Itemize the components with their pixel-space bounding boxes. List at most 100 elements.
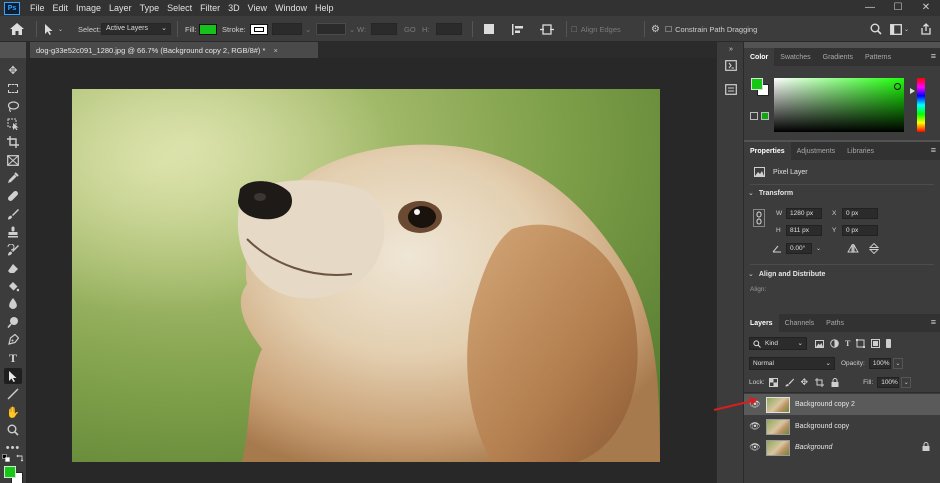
tab-patterns[interactable]: Patterns bbox=[859, 48, 897, 66]
document-image[interactable] bbox=[72, 89, 660, 462]
brush-tool[interactable] bbox=[4, 206, 22, 222]
menu-image[interactable]: Image bbox=[72, 3, 105, 13]
menu-window[interactable]: Window bbox=[271, 3, 311, 13]
frame-tool[interactable] bbox=[4, 152, 22, 168]
healing-brush-tool[interactable] bbox=[4, 188, 22, 204]
x-input[interactable]: 0 px bbox=[842, 208, 878, 219]
object-selection-tool[interactable] bbox=[4, 116, 22, 132]
panel-menu-icon[interactable]: ≡ bbox=[931, 317, 936, 327]
tab-libraries[interactable]: Libraries bbox=[841, 142, 880, 160]
saturation-brightness-picker[interactable] bbox=[774, 78, 904, 132]
chevron-down-icon[interactable]: ⌄ bbox=[748, 189, 754, 197]
foreground-color-swatch[interactable] bbox=[4, 466, 16, 478]
stroke-width-input[interactable] bbox=[272, 23, 302, 35]
fill-color-swatch[interactable] bbox=[199, 23, 217, 35]
menu-layer[interactable]: Layer bbox=[105, 3, 136, 13]
clone-stamp-tool[interactable] bbox=[4, 224, 22, 240]
minimize-button[interactable]: — bbox=[856, 0, 884, 16]
menu-help[interactable]: Help bbox=[311, 3, 338, 13]
hue-slider-handle[interactable] bbox=[910, 88, 915, 94]
layer-row-background-copy[interactable]: 👁 Background copy bbox=[744, 416, 940, 437]
fill-input[interactable]: 100% bbox=[877, 377, 900, 388]
blend-mode-dropdown[interactable]: Normal ⌄ bbox=[749, 357, 835, 370]
layer-row-background-copy-2[interactable]: 👁 Background copy 2 bbox=[744, 394, 940, 415]
workspace-icon[interactable] bbox=[890, 23, 902, 35]
height-input[interactable] bbox=[436, 23, 462, 35]
menu-type[interactable]: Type bbox=[136, 3, 164, 13]
filter-shape-icon[interactable] bbox=[856, 339, 866, 348]
home-button[interactable] bbox=[10, 16, 24, 42]
out-of-gamut-warning-icon[interactable] bbox=[750, 112, 758, 120]
crop-tool[interactable] bbox=[4, 134, 22, 150]
close-window-button[interactable]: ✕ bbox=[912, 0, 940, 16]
tab-channels[interactable]: Channels bbox=[779, 314, 821, 332]
width-input[interactable]: 1280 px bbox=[786, 208, 822, 219]
properties-panel-button[interactable] bbox=[723, 84, 739, 98]
color-picker-cursor[interactable] bbox=[894, 83, 901, 90]
hand-tool[interactable]: ✋ bbox=[4, 404, 22, 420]
layer-filter-dropdown[interactable]: Kind ⌄ bbox=[749, 337, 807, 350]
panel-menu-icon[interactable]: ≡ bbox=[931, 51, 936, 61]
checkbox-icon[interactable]: ☐ bbox=[665, 25, 672, 34]
tab-color[interactable]: Color bbox=[744, 48, 775, 66]
chevron-down-icon[interactable]: ⌄ bbox=[816, 245, 821, 252]
link-label[interactable]: GO bbox=[404, 25, 416, 34]
canvas-area[interactable] bbox=[26, 58, 716, 483]
tab-gradients[interactable]: Gradients bbox=[817, 48, 859, 66]
tab-swatches[interactable]: Swatches bbox=[774, 48, 816, 66]
chevron-down-icon[interactable]: ⌄ bbox=[748, 270, 754, 278]
constrain-path-dragging-label[interactable]: Constrain Path Dragging bbox=[675, 25, 757, 34]
filter-toggle-switch[interactable] bbox=[886, 339, 892, 348]
tab-properties[interactable]: Properties bbox=[744, 142, 791, 160]
close-tab-button[interactable]: × bbox=[273, 46, 277, 55]
chevron-down-icon[interactable]: ⌄ bbox=[904, 26, 909, 33]
line-tool[interactable] bbox=[4, 386, 22, 402]
web-safe-color-icon[interactable] bbox=[761, 112, 769, 120]
menu-3d[interactable]: 3D bbox=[224, 3, 244, 13]
eyedropper-tool[interactable] bbox=[4, 170, 22, 186]
menu-select[interactable]: Select bbox=[163, 3, 196, 13]
path-operations-button[interactable] bbox=[484, 16, 494, 42]
gradient-tool[interactable] bbox=[4, 278, 22, 294]
search-icon[interactable] bbox=[870, 23, 882, 35]
tab-adjustments[interactable]: Adjustments bbox=[791, 142, 842, 160]
zoom-tool[interactable] bbox=[4, 422, 22, 438]
angle-input[interactable]: 0.00° bbox=[786, 243, 812, 254]
path-arrangement-button[interactable] bbox=[540, 16, 554, 42]
opacity-input[interactable]: 100% bbox=[868, 358, 891, 369]
menu-view[interactable]: View bbox=[244, 3, 271, 13]
flip-horizontal-icon[interactable] bbox=[847, 244, 859, 253]
lock-all-icon[interactable] bbox=[831, 378, 839, 387]
color-panel-foreground-swatch[interactable] bbox=[751, 78, 763, 90]
lock-pixels-icon[interactable] bbox=[785, 378, 794, 387]
visibility-eye-icon[interactable]: 👁 bbox=[744, 421, 766, 432]
filter-pixel-icon[interactable] bbox=[815, 339, 824, 348]
tab-layers[interactable]: Layers bbox=[744, 314, 779, 332]
width-input[interactable] bbox=[371, 23, 397, 35]
layer-name[interactable]: Background copy bbox=[795, 423, 849, 430]
lasso-tool[interactable] bbox=[4, 98, 22, 114]
menu-filter[interactable]: Filter bbox=[196, 3, 224, 13]
fill-slider-button[interactable]: ⌄ bbox=[901, 377, 912, 388]
layer-name[interactable]: Background copy 2 bbox=[795, 401, 855, 408]
eraser-tool[interactable] bbox=[4, 260, 22, 276]
stroke-color-swatch[interactable] bbox=[250, 23, 268, 35]
lock-position-icon[interactable]: ✥ bbox=[801, 377, 809, 388]
maximize-button[interactable]: ☐ bbox=[884, 0, 912, 16]
collapse-arrows-icon[interactable]: » bbox=[723, 46, 739, 60]
align-edges-label[interactable]: Align Edges bbox=[581, 25, 621, 34]
history-brush-tool[interactable] bbox=[4, 242, 22, 258]
menu-file[interactable]: File bbox=[26, 3, 49, 13]
panel-menu-icon[interactable]: ≡ bbox=[931, 145, 936, 155]
swap-colors-button[interactable] bbox=[16, 454, 24, 464]
move-tool[interactable]: ✥ bbox=[4, 62, 22, 78]
layer-name[interactable]: Background bbox=[795, 444, 832, 451]
pen-tool[interactable] bbox=[4, 332, 22, 348]
filter-type-icon[interactable]: T bbox=[845, 339, 850, 348]
select-dropdown[interactable]: Active Layers ⌄ bbox=[101, 23, 171, 35]
default-colors-button[interactable] bbox=[2, 454, 10, 464]
tool-preset-picker[interactable]: ⌄ bbox=[44, 16, 63, 42]
visibility-eye-icon[interactable]: 👁 bbox=[744, 442, 766, 453]
layer-row-background[interactable]: 👁 Background bbox=[744, 437, 940, 458]
lock-transparent-icon[interactable] bbox=[768, 378, 778, 387]
